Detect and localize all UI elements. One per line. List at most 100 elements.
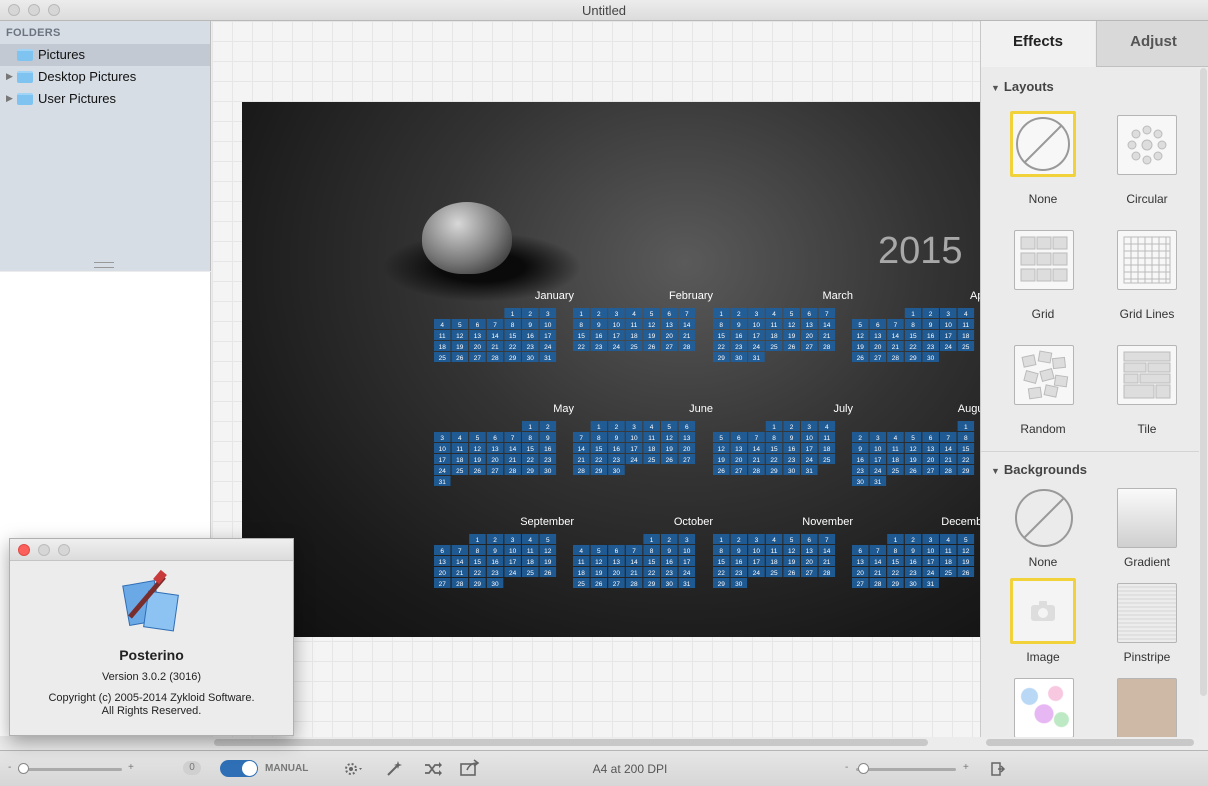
- poster-photo-stone: [422, 202, 512, 274]
- background-image-thumb[interactable]: [1010, 578, 1076, 644]
- calendar-day: 11: [957, 319, 975, 329]
- thumbnail-size-slider[interactable]: [18, 768, 122, 771]
- about-rights: All Rights Reserved.: [101, 705, 202, 717]
- calendar-day: 11: [940, 545, 957, 555]
- background-gradient-thumb[interactable]: [1117, 488, 1177, 548]
- calendar-day: 14: [818, 545, 836, 555]
- svg-text:2: 2: [615, 424, 619, 431]
- sidebar-item-desktop-pictures[interactable]: ▶ Desktop Pictures: [0, 66, 210, 88]
- calendar-day: 6: [852, 545, 869, 555]
- calendar-day: 29: [504, 352, 521, 362]
- panel-horizontal-scrollbar[interactable]: [986, 739, 1194, 746]
- svg-text:7: 7: [493, 322, 497, 329]
- zoom-out-button[interactable]: -: [845, 762, 848, 773]
- layout-tile-thumb[interactable]: [1117, 345, 1177, 405]
- calendar-day: 31: [801, 465, 818, 475]
- zoom-in-button[interactable]: +: [963, 762, 969, 773]
- calendar-day: 21: [887, 341, 904, 351]
- calendar-day: 23: [608, 454, 625, 464]
- zoom-slider-knob[interactable]: [858, 763, 869, 774]
- svg-text:28: 28: [456, 581, 464, 588]
- svg-text:10: 10: [439, 446, 447, 453]
- calendar-day: 11: [643, 432, 660, 442]
- background-paper-thumb[interactable]: [1117, 678, 1177, 737]
- background-pinstripe-thumb[interactable]: [1117, 583, 1177, 643]
- disclosure-triangle-icon: ▼: [991, 466, 1000, 476]
- svg-text:25: 25: [439, 355, 447, 362]
- tab-effects[interactable]: Effects: [981, 21, 1095, 67]
- layouts-section-header[interactable]: ▼ Layouts: [991, 79, 1054, 94]
- calendar-day: 13: [730, 443, 748, 453]
- slider-knob[interactable]: [18, 763, 29, 774]
- calendar-day: 17: [748, 330, 765, 340]
- svg-text:7: 7: [876, 548, 880, 555]
- about-minimize-button[interactable]: [38, 544, 50, 556]
- svg-text:13: 13: [613, 559, 621, 566]
- browser-zoom-in[interactable]: +: [128, 762, 134, 773]
- sidebar-item-pictures[interactable]: Pictures: [0, 44, 210, 66]
- manual-mode-toggle[interactable]: [220, 760, 258, 777]
- svg-text:23: 23: [544, 457, 552, 464]
- layout-none-thumb[interactable]: [1010, 111, 1076, 177]
- circular-layout-icon: [1127, 125, 1167, 165]
- calendar-day: 20: [608, 567, 625, 577]
- background-bubbles-thumb[interactable]: [1014, 678, 1074, 737]
- panel-scrollbar[interactable]: [1200, 68, 1207, 696]
- disclosure-triangle-icon[interactable]: ▶: [6, 93, 13, 104]
- about-close-button[interactable]: [18, 544, 30, 556]
- calendar-day: 3: [625, 421, 643, 431]
- svg-text:23: 23: [491, 570, 499, 577]
- calendar-day: 3: [940, 308, 957, 318]
- sidebar-item-user-pictures[interactable]: ▶ User Pictures: [0, 88, 210, 110]
- svg-text:11: 11: [771, 322, 778, 329]
- tab-adjust[interactable]: Adjust: [1096, 21, 1208, 67]
- panel-toggle-icon[interactable]: [990, 761, 1006, 777]
- svg-text:26: 26: [456, 355, 464, 362]
- svg-text:21: 21: [823, 559, 831, 566]
- layout-circular-thumb[interactable]: [1117, 115, 1177, 175]
- sidebar-split-handle[interactable]: [94, 262, 114, 268]
- svg-text:3: 3: [755, 311, 759, 318]
- svg-text:15: 15: [648, 559, 656, 566]
- background-none-thumb[interactable]: [1014, 488, 1074, 548]
- backgrounds-section-header[interactable]: ▼ Backgrounds: [991, 462, 1087, 477]
- svg-text:2: 2: [858, 435, 862, 442]
- svg-text:31: 31: [683, 581, 691, 588]
- about-zoom-button[interactable]: [58, 544, 70, 556]
- calendar-day: 18: [573, 567, 590, 577]
- svg-text:15: 15: [509, 333, 517, 340]
- calendar-day: 26: [643, 341, 660, 351]
- calendar-day: 2: [783, 421, 800, 431]
- canvas-horizontal-scrollbar[interactable]: [214, 739, 928, 746]
- share-icon[interactable]: [459, 759, 481, 777]
- zoom-slider[interactable]: [856, 768, 956, 771]
- svg-text:23: 23: [595, 344, 603, 351]
- window-title: Untitled: [581, 3, 627, 18]
- magic-wand-icon[interactable]: [385, 760, 403, 778]
- calendar-day: 27: [869, 352, 887, 362]
- gear-icon[interactable]: [342, 760, 366, 778]
- calendar-day: 29: [713, 578, 730, 588]
- svg-text:11: 11: [892, 446, 899, 453]
- browser-zoom-out[interactable]: -: [8, 762, 11, 773]
- svg-text:29: 29: [909, 355, 917, 362]
- calendar-day: 18: [957, 330, 975, 340]
- svg-text:18: 18: [456, 457, 464, 464]
- calendar-day: 31: [434, 476, 451, 486]
- calendar-poster[interactable]: 2015 January 1 2 3 4 5 6 7 8 9 10 11 12 13 14 15 16 17 18 1…: [242, 102, 980, 637]
- month-name: June: [689, 403, 713, 415]
- svg-text:2: 2: [597, 311, 601, 318]
- svg-text:1: 1: [528, 424, 532, 431]
- calendar-day: 17: [748, 556, 765, 566]
- month-name: August: [957, 403, 980, 415]
- calendar-day: 3: [608, 308, 625, 318]
- svg-text:12: 12: [595, 559, 603, 566]
- svg-text:7: 7: [946, 435, 950, 442]
- disclosure-triangle-icon[interactable]: ▶: [6, 71, 13, 82]
- calendar-day: 4: [625, 308, 643, 318]
- layout-grid-lines-thumb[interactable]: [1117, 230, 1177, 290]
- shuffle-icon[interactable]: [423, 760, 443, 778]
- about-app-name: Posterino: [119, 647, 184, 663]
- layout-grid-thumb[interactable]: [1014, 230, 1074, 290]
- layout-random-thumb[interactable]: [1014, 345, 1074, 405]
